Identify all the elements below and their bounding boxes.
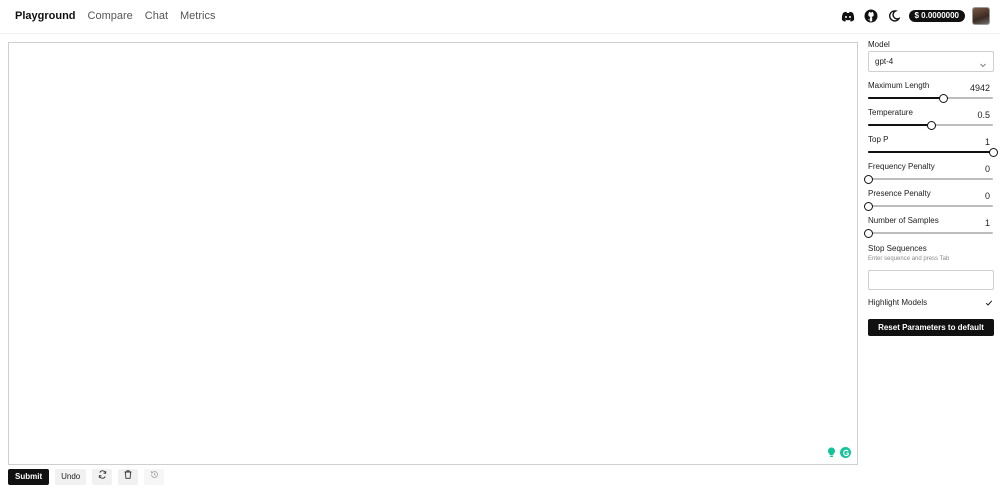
slider-thumb[interactable] [864,202,873,211]
undo-button[interactable]: Undo [55,469,87,485]
stop-sequences-label: Stop Sequences [868,244,927,253]
lightbulb-icon[interactable] [826,447,837,458]
model-label: Model [868,40,890,49]
slider-fill [868,97,943,99]
regenerate-icon [98,469,107,485]
clear-button[interactable] [118,469,139,485]
header-actions: $ 0.0000000 [840,7,990,25]
param-maximum-length: Maximum Length 4942 [868,81,994,105]
main-nav: Playground Compare Chat Metrics [15,10,215,22]
highlight-models-label: Highlight Models [868,298,928,307]
model-select[interactable]: gpt-4 [868,51,994,72]
slider-track[interactable] [864,229,993,238]
top-bar: Playground Compare Chat Metrics $ 0.0000… [0,0,1000,34]
checkmark-icon [985,299,992,306]
param-value[interactable]: 1 [985,137,990,147]
moon-icon[interactable] [886,8,902,24]
slider-thumb[interactable] [864,175,873,184]
param-label: Frequency Penalty [868,162,935,171]
slider-fill [868,124,931,126]
param-value[interactable]: 1 [985,218,990,228]
stop-sequences-help: Enter sequence and press Tab [868,256,950,262]
slider-track[interactable] [864,202,993,211]
nav-compare[interactable]: Compare [88,10,133,22]
github-icon[interactable] [863,8,879,24]
param-top-p: Top P 1 [868,135,998,159]
slider-track[interactable] [868,121,993,130]
nav-metrics[interactable]: Metrics [180,10,215,22]
chevron-down-icon [979,56,987,74]
param-label: Maximum Length [868,81,930,90]
slider-thumb[interactable] [939,94,948,103]
slider-track[interactable] [868,148,998,157]
editor-toolbar: Submit Undo [8,469,165,485]
param-presence-penalty: Presence Penalty 0 [864,189,994,213]
reset-parameters-button[interactable]: Reset Parameters to default [868,319,994,336]
slider-thumb[interactable] [989,148,998,157]
editor-extension-icons [826,447,851,458]
param-label: Presence Penalty [868,189,931,198]
param-label: Temperature [868,108,913,117]
param-number-of-samples: Number of Samples 1 [864,216,994,240]
history-button[interactable] [144,469,165,485]
slider-fill [868,151,993,153]
param-value[interactable]: 4942 [970,83,990,93]
highlight-models-row: Highlight Models [868,297,994,309]
history-icon [150,469,159,485]
param-value[interactable]: 0.5 [977,110,990,120]
trash-icon [124,469,132,485]
grammarly-icon[interactable] [840,447,851,458]
discord-icon[interactable] [840,8,856,24]
submit-button[interactable]: Submit [8,469,50,485]
param-label: Number of Samples [868,216,939,225]
stop-sequences-input[interactable] [868,270,994,290]
nav-playground[interactable]: Playground [15,10,76,22]
model-select-value: gpt-4 [875,57,894,66]
param-frequency-penalty: Frequency Penalty 0 [864,162,994,186]
param-value[interactable]: 0 [985,164,990,174]
slider-thumb[interactable] [926,121,936,130]
slider-track[interactable] [864,175,993,184]
avatar[interactable] [972,7,990,25]
slider-track[interactable] [868,94,993,103]
prompt-editor[interactable] [8,42,858,465]
regenerate-button[interactable] [92,469,113,485]
param-value[interactable]: 0 [985,191,990,201]
param-label: Top P [868,135,889,144]
slider-thumb[interactable] [864,229,873,238]
nav-chat[interactable]: Chat [145,10,168,22]
credit-balance: $ 0.0000000 [908,10,965,22]
param-temperature: Temperature 0.5 [868,108,994,132]
highlight-models-checkbox[interactable] [984,298,993,307]
